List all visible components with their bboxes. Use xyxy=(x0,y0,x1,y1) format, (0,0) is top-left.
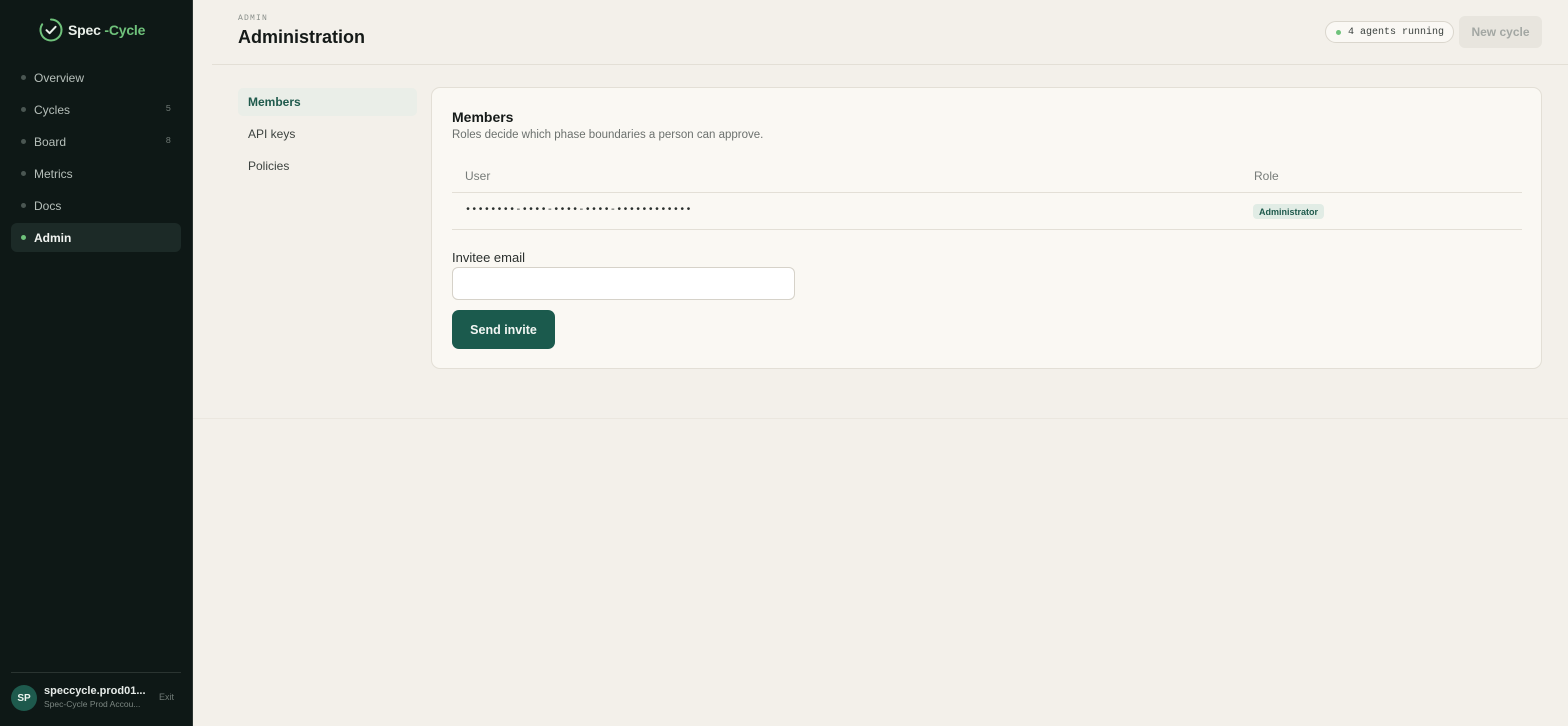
account-footer: SP speccycle.prod01... Spec-Cycle Prod A… xyxy=(11,672,181,726)
sidebar-item-label: Docs xyxy=(34,198,62,213)
account-name: speccycle.prod01... xyxy=(44,685,146,697)
invitee-email-label: Invitee email xyxy=(452,250,525,265)
page-header: ADMIN Administration 4 agents running Ne… xyxy=(212,0,1568,65)
sidebar-item-cycles[interactable]: Cycles 5 xyxy=(11,95,181,124)
subnav-item-members[interactable]: Members xyxy=(238,88,417,116)
agents-status-badge[interactable]: 4 agents running xyxy=(1325,21,1455,43)
sidebar-item-metrics[interactable]: Metrics xyxy=(11,159,181,188)
brand-logo[interactable]: Spec -Cycle xyxy=(38,17,145,43)
column-header-role: Role xyxy=(1254,169,1279,183)
dot-icon xyxy=(21,139,26,144)
table-row: ••••••••-••••-••••-••••-•••••••••••• Adm… xyxy=(452,193,1522,230)
sidebar-nav: Overview Cycles 5 Board 8 Metrics Docs A… xyxy=(11,63,181,255)
cycle-check-icon xyxy=(39,18,63,42)
avatar[interactable]: SP xyxy=(11,685,37,711)
invitee-email-field[interactable] xyxy=(452,267,795,300)
sidebar-item-label: Admin xyxy=(34,230,72,245)
brand-name-main: Spec xyxy=(68,22,101,38)
sidebar-item-admin[interactable]: Admin xyxy=(11,223,181,252)
send-invite-button[interactable]: Send invite xyxy=(452,310,555,349)
account-subtitle: Spec-Cycle Prod Accou... xyxy=(44,699,141,709)
role-badge: Administrator xyxy=(1253,204,1325,219)
exit-button[interactable]: Exit xyxy=(159,692,174,702)
sidebar-item-label: Cycles xyxy=(34,102,71,117)
page-title: Administration xyxy=(238,27,366,47)
agents-status-text: 4 agents running xyxy=(1348,26,1445,38)
members-title: Members xyxy=(452,109,514,125)
sidebar-item-overview[interactable]: Overview xyxy=(11,63,181,92)
subnav-item-api-keys[interactable]: API keys xyxy=(238,120,417,148)
members-description: Roles decide which phase boundaries a pe… xyxy=(452,129,764,141)
sidebar-item-label: Board xyxy=(34,134,67,149)
dot-icon xyxy=(21,203,26,208)
sidebar-item-label: Overview xyxy=(34,70,85,85)
new-cycle-button[interactable]: New cycle xyxy=(1459,16,1542,48)
admin-content: Members API keys Policies Members Roles … xyxy=(212,65,1568,418)
members-card: Members Roles decide which phase boundar… xyxy=(431,87,1542,369)
sidebar: Spec -Cycle Overview Cycles 5 Board 8 Me… xyxy=(0,0,193,726)
subnav-item-policies[interactable]: Policies xyxy=(238,152,417,180)
breadcrumb: ADMIN xyxy=(238,14,269,23)
member-user-id: ••••••••-••••-••••-••••-•••••••••••• xyxy=(465,205,692,216)
sidebar-item-count: 8 xyxy=(165,136,171,146)
sidebar-item-count: 5 xyxy=(165,104,171,114)
admin-subnav: Members API keys Policies xyxy=(238,88,417,184)
dot-icon xyxy=(21,107,26,112)
sidebar-item-label: Metrics xyxy=(34,166,73,181)
sidebar-item-docs[interactable]: Docs xyxy=(11,191,181,220)
brand-name: Spec -Cycle xyxy=(68,22,145,38)
empty-lower-area xyxy=(193,418,1568,726)
dot-icon xyxy=(21,75,26,80)
members-table: User Role ••••••••-••••-••••-••••-••••••… xyxy=(452,164,1522,230)
sidebar-item-board[interactable]: Board 8 xyxy=(11,127,181,156)
dot-icon xyxy=(21,171,26,176)
dot-icon xyxy=(21,235,26,240)
status-dot-icon xyxy=(1336,30,1341,35)
brand-name-accent: -Cycle xyxy=(104,22,146,38)
column-header-user: User xyxy=(465,169,491,183)
table-header: User Role xyxy=(452,164,1522,193)
